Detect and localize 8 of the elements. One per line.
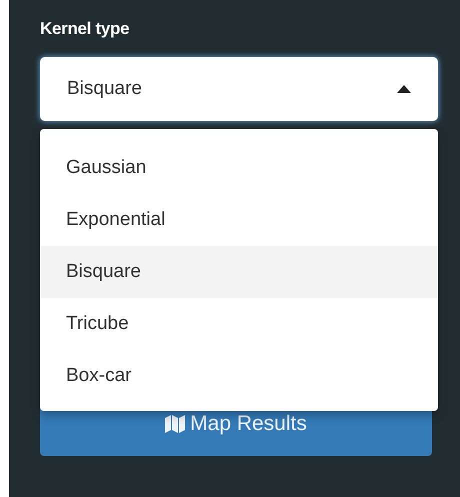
dropdown-option[interactable]: Exponential: [40, 194, 438, 246]
dropdown-option[interactable]: Tricube: [40, 298, 438, 350]
field-label: Kernel type: [40, 18, 130, 40]
dropdown-option[interactable]: Bisquare: [40, 246, 438, 298]
dropdown-option[interactable]: Gaussian: [40, 142, 438, 194]
map-icon: [165, 415, 186, 433]
kernel-type-select[interactable]: Bisquare: [40, 57, 438, 121]
caret-icon: [397, 85, 411, 93]
